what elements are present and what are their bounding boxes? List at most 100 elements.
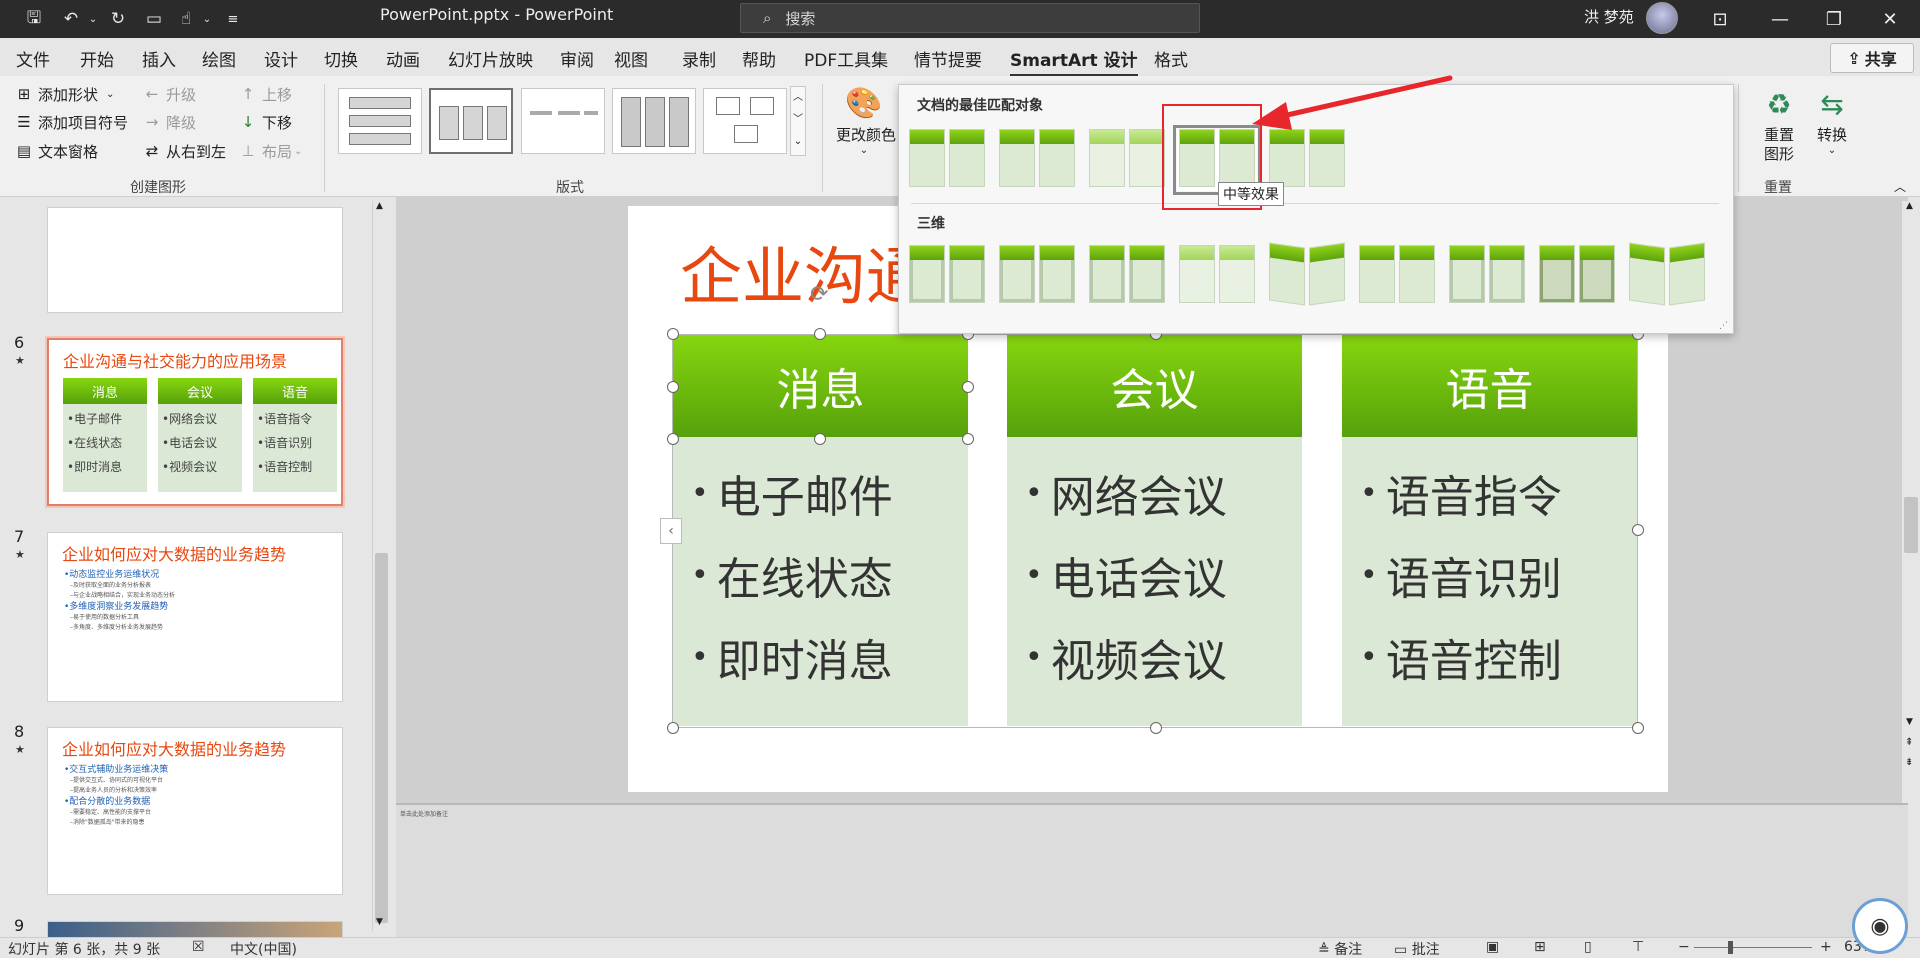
layout-gallery-scroll[interactable]: ︿ ﹀ ⌄ <box>790 86 806 156</box>
three-d-style-1[interactable] <box>907 245 987 307</box>
smartart-column-body[interactable]: 网络会议电话会议视频会议 <box>1007 437 1302 726</box>
close-icon[interactable]: ✕ <box>1862 0 1918 38</box>
selection-handle[interactable] <box>814 328 826 340</box>
smartart-bullet-item[interactable]: 语音识别 <box>1342 534 1637 616</box>
gallery-more-icon[interactable]: ⌄ <box>791 131 805 153</box>
scroll-up-icon[interactable]: ▲ <box>1906 201 1913 211</box>
smartart-bullet-item[interactable]: 在线状态 <box>673 534 968 616</box>
move-down-button[interactable]: ↓ 下移 <box>238 110 292 134</box>
comments-button[interactable]: ▭ 批注 <box>1394 939 1440 958</box>
zoom-slider-thumb[interactable] <box>1728 941 1733 954</box>
selection-handle[interactable] <box>962 433 974 445</box>
right-to-left-button[interactable]: ⇄ 从右到左 <box>142 139 226 163</box>
collapse-ribbon-icon[interactable]: ︿ <box>1894 178 1906 195</box>
selection-handle[interactable] <box>667 722 679 734</box>
resize-grip-icon[interactable]: ⋰ <box>1719 321 1728 331</box>
menu-10[interactable]: 视图 <box>614 46 648 71</box>
three-d-style-7[interactable] <box>1447 245 1527 307</box>
slide-title[interactable]: 企业沟通 <box>680 226 928 316</box>
menu-5[interactable]: 设计 <box>264 46 298 71</box>
three-d-style-8[interactable] <box>1537 245 1617 307</box>
share-button[interactable]: ⇪ 共享 <box>1830 43 1914 73</box>
spellcheck-icon[interactable]: ☒ <box>192 939 205 955</box>
rotate-handle-icon[interactable]: ⟳ <box>810 282 828 307</box>
ribbon-display-icon[interactable]: ⊡ <box>1692 0 1748 38</box>
notes-pane[interactable]: 单击此处添加备注 <box>396 803 1908 937</box>
best-match-style-3[interactable] <box>1087 129 1167 191</box>
scroll-thumb[interactable] <box>375 553 388 923</box>
menu-2[interactable]: 开始 <box>80 46 114 71</box>
search-input[interactable]: ⌕ 搜索 <box>740 3 1200 33</box>
menu-9[interactable]: 审阅 <box>560 46 594 71</box>
best-match-style-2[interactable] <box>997 129 1077 191</box>
smartart-bullet-item[interactable]: 电子邮件 <box>673 452 968 534</box>
slide-thumbnail-9[interactable] <box>47 921 343 937</box>
minimize-icon[interactable]: — <box>1752 0 1808 38</box>
selection-handle[interactable] <box>667 328 679 340</box>
slide-scrollbar[interactable]: ▲ ▼ ⇞ ⇟ <box>1902 201 1920 803</box>
three-d-style-2[interactable] <box>997 245 1077 307</box>
scroll-down-icon[interactable]: ▼ <box>376 917 383 927</box>
avatar[interactable] <box>1646 2 1678 34</box>
customize-toolbar-icon[interactable]: ≡ <box>222 4 244 34</box>
scroll-up-icon[interactable]: ▲ <box>376 201 383 211</box>
layout-option-1[interactable] <box>338 88 422 154</box>
selection-handle[interactable] <box>962 381 974 393</box>
three-d-style-9[interactable] <box>1627 242 1707 307</box>
smartart-column-body[interactable]: 电子邮件在线状态即时消息 <box>673 437 968 726</box>
selection-handle[interactable] <box>814 433 826 445</box>
menu-8[interactable]: 幻灯片放映 <box>448 46 533 71</box>
language-status[interactable]: 中文(中国) <box>230 939 297 958</box>
save-icon[interactable]: 🖫 <box>20 4 48 34</box>
selection-handle[interactable] <box>1150 722 1162 734</box>
maximize-icon[interactable]: ❐ <box>1806 0 1862 38</box>
redo-icon[interactable]: ↻ <box>104 4 132 34</box>
demote-button[interactable]: → 降级 <box>142 110 196 134</box>
move-up-button[interactable]: ↑ 上移 <box>238 82 292 106</box>
menu-11[interactable]: 录制 <box>682 46 716 71</box>
smartart-column-head[interactable]: 语音 <box>1342 335 1637 437</box>
three-d-style-3[interactable] <box>1087 245 1167 307</box>
smartart-column-head[interactable]: 会议 <box>1007 335 1302 437</box>
layout-button[interactable]: ⊥ 布局 ⌄ <box>238 139 302 163</box>
presentation-icon[interactable]: ▭ <box>140 4 168 34</box>
layout-option-3[interactable] <box>521 88 605 154</box>
smartart-bullet-item[interactable]: 即时消息 <box>673 616 968 698</box>
scroll-down-icon[interactable]: ▼ <box>1906 717 1913 727</box>
three-d-style-6[interactable] <box>1357 245 1437 307</box>
layout-option-5[interactable] <box>703 88 787 154</box>
text-pane-button[interactable]: ▤ 文本窗格 <box>14 139 98 163</box>
menu-15[interactable]: SmartArt 设计 <box>1010 46 1138 77</box>
previous-slide-icon[interactable]: ⇞ <box>1905 737 1913 748</box>
zoom-out-icon[interactable]: − <box>1678 939 1690 955</box>
selection-handle[interactable] <box>667 381 679 393</box>
smartart-bullet-item[interactable]: 语音控制 <box>1342 616 1637 698</box>
touch-dropdown-icon[interactable]: ⌄ <box>200 4 214 34</box>
smartart-bullet-item[interactable]: 视频会议 <box>1007 616 1302 698</box>
layout-option-2[interactable] <box>429 88 513 154</box>
reading-view-icon[interactable]: ▯ <box>1584 939 1592 955</box>
slide-thumbnail-6[interactable]: 企业沟通与社交能力的应用场景 消息 •电子邮件 •在线状态 •即时消息 会议 •网络会议 •… <box>47 338 343 506</box>
menu-16[interactable]: 格式 <box>1154 46 1188 71</box>
reset-graphic-button[interactable]: ♻ 重置 图形 <box>1754 84 1804 164</box>
best-match-style-1[interactable] <box>907 129 987 191</box>
smartart-bullet-item[interactable]: 电话会议 <box>1007 534 1302 616</box>
assistant-logo-icon[interactable]: ◉ <box>1852 898 1908 954</box>
slideshow-icon[interactable]: ⊤ <box>1632 939 1644 955</box>
chevron-down-icon[interactable]: ﹀ <box>791 109 805 131</box>
smartart-column-head[interactable]: 消息 <box>673 335 968 437</box>
change-colors-button[interactable]: 🎨 更改颜色 ⌄ <box>836 84 896 160</box>
slide-sorter-icon[interactable]: ⊞ <box>1534 939 1546 955</box>
normal-view-icon[interactable]: ▣ <box>1486 939 1499 955</box>
smartart-bullet-item[interactable]: 网络会议 <box>1007 452 1302 534</box>
undo-dropdown-icon[interactable]: ⌄ <box>86 4 100 34</box>
three-d-style-5[interactable] <box>1267 242 1347 307</box>
slide-thumbnail-7[interactable]: 企业如何应对大数据的业务趋势 •动态监控业务运维状况 –及时获取全面的业务分析报表… <box>47 532 343 702</box>
menu-14[interactable]: 情节提要 <box>914 46 982 71</box>
scroll-thumb[interactable] <box>1904 497 1918 553</box>
convert-button[interactable]: ⇆ 转换 ⌄ <box>1808 84 1856 156</box>
three-d-style-4[interactable] <box>1177 245 1257 307</box>
thumbnail-scrollbar[interactable]: ▲ ▼ <box>372 201 390 931</box>
menu-6[interactable]: 切换 <box>324 46 358 71</box>
touch-mode-icon[interactable]: ☝ <box>172 4 200 34</box>
